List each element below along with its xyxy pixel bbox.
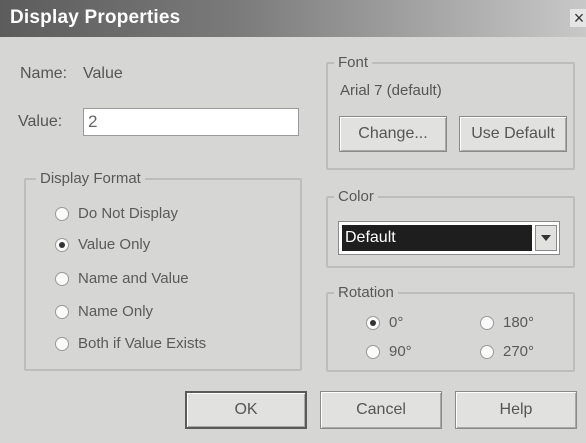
radio-both-if-value-exists[interactable]: Both if Value Exists	[55, 335, 206, 352]
title-bar: Display Properties ×	[0, 0, 586, 37]
radio-label: 270°	[503, 343, 535, 360]
radio-button[interactable]	[55, 304, 69, 319]
radio-label: 90°	[389, 343, 412, 360]
rotation-group: Rotation	[326, 284, 575, 372]
radio-rotation-270[interactable]: 270°	[480, 343, 534, 360]
radio-rotation-180[interactable]: 180°	[480, 314, 534, 331]
color-dropdown[interactable]: Default	[338, 221, 560, 255]
radio-button[interactable]	[366, 344, 380, 359]
radio-button[interactable]	[55, 336, 69, 351]
radio-button[interactable]	[366, 315, 380, 330]
font-legend: Font	[334, 54, 373, 71]
close-icon[interactable]: ×	[570, 9, 586, 27]
window-title: Display Properties	[10, 7, 181, 28]
cancel-button[interactable]: Cancel	[320, 391, 442, 429]
use-default-button[interactable]: Use Default	[459, 116, 567, 152]
help-button[interactable]: Help	[455, 391, 577, 429]
radio-label: Value Only	[78, 236, 151, 253]
current-font: Arial 7 (default)	[340, 82, 442, 99]
radio-rotation-0[interactable]: 0°	[366, 314, 403, 331]
radio-button[interactable]	[480, 315, 494, 330]
radio-label: Name and Value	[78, 270, 189, 287]
name-label: Name:	[20, 65, 68, 82]
radio-button[interactable]	[480, 344, 494, 359]
radio-label: Both if Value Exists	[78, 335, 207, 352]
radio-value-only[interactable]: Value Only	[55, 236, 150, 253]
color-selected-value: Default	[342, 225, 532, 251]
radio-label: 180°	[503, 314, 535, 331]
radio-name-and-value[interactable]: Name and Value	[55, 270, 189, 287]
chevron-down-icon[interactable]	[535, 225, 557, 251]
rotation-legend: Rotation	[334, 284, 398, 301]
radio-name-only[interactable]: Name Only	[55, 303, 153, 320]
radio-button[interactable]	[55, 237, 69, 252]
radio-label: Name Only	[78, 303, 154, 320]
name-value: Value	[83, 65, 123, 82]
radio-button[interactable]	[55, 271, 69, 286]
value-label: Value:	[18, 113, 63, 130]
display-format-legend: Display Format	[36, 170, 145, 187]
change-font-button[interactable]: Change...	[339, 116, 447, 152]
color-legend: Color	[334, 188, 378, 205]
value-input[interactable]	[83, 108, 299, 136]
radio-rotation-90[interactable]: 90°	[366, 343, 412, 360]
ok-button[interactable]: OK	[185, 391, 307, 429]
radio-label: Do Not Display	[78, 205, 179, 222]
radio-do-not-display[interactable]: Do Not Display	[55, 205, 178, 222]
radio-button[interactable]	[55, 206, 69, 221]
radio-label: 0°	[389, 314, 404, 331]
